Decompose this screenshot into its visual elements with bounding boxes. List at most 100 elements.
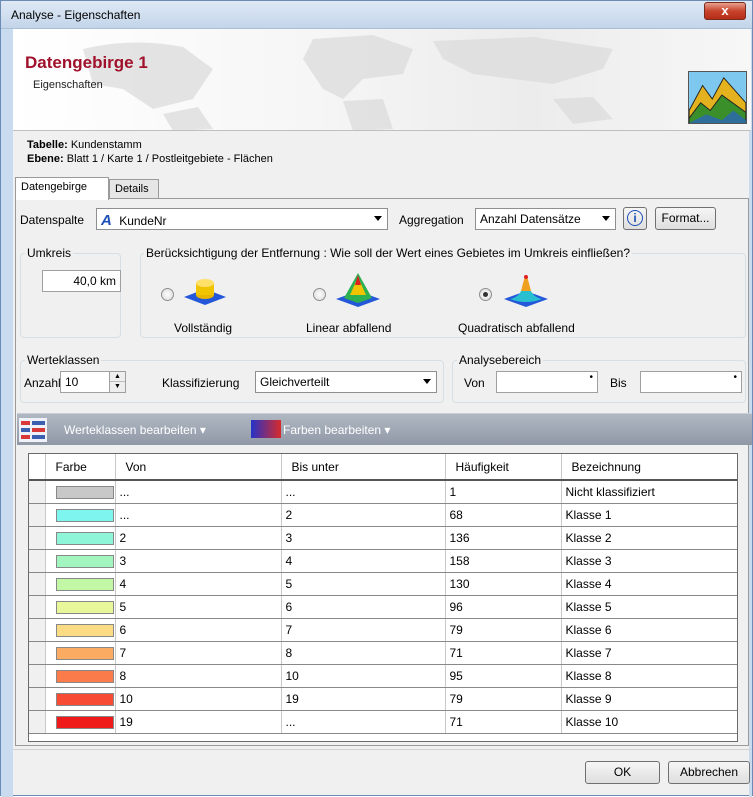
table-row[interactable]: 8 10 95 Klasse 8 (29, 664, 737, 688)
edit-colors-button[interactable]: Farben bearbeiten ▾ (283, 423, 390, 437)
row-selector[interactable] (29, 526, 46, 550)
radio-linear[interactable] (313, 288, 326, 301)
to-cell[interactable]: 3 (281, 526, 446, 550)
ok-button[interactable]: OK (585, 761, 660, 784)
table-row[interactable]: 19... 71 Klasse 10 (29, 710, 737, 734)
from-cell[interactable]: 7 (115, 641, 282, 665)
name-cell[interactable]: Klasse 8 (561, 664, 737, 688)
table-row[interactable]: 6 7 79 Klasse 6 (29, 618, 737, 642)
to-cell[interactable]: 8 (281, 641, 446, 665)
range-from-input[interactable]: • (496, 371, 598, 393)
column-header-to[interactable]: Bis unter (281, 454, 446, 481)
stepper-buttons[interactable]: ▲ ▼ (109, 372, 125, 392)
table-row[interactable]: ... 2 68 Klasse 1 (29, 503, 737, 527)
name-cell[interactable]: Klasse 9 (561, 687, 737, 711)
tab-details[interactable]: Details (109, 179, 159, 199)
column-header-count[interactable]: Häufigkeit (445, 454, 562, 481)
table-row[interactable]: 3 4 158 Klasse 3 (29, 549, 737, 573)
row-selector[interactable] (29, 618, 46, 642)
color-swatch[interactable] (55, 485, 114, 499)
color-swatch[interactable] (55, 646, 114, 660)
color-cell[interactable] (45, 641, 116, 665)
from-cell[interactable]: 3 (115, 549, 282, 573)
row-selector[interactable] (29, 572, 46, 596)
row-selector[interactable] (29, 710, 46, 734)
color-cell[interactable] (45, 572, 116, 596)
classification-select[interactable]: Gleichverteilt (255, 371, 437, 393)
to-cell[interactable]: ... (281, 710, 446, 734)
cancel-button[interactable]: Abbrechen (668, 761, 750, 784)
row-selector[interactable] (29, 595, 46, 619)
from-cell[interactable]: ... (115, 503, 282, 527)
count-cell[interactable]: 95 (445, 664, 562, 688)
stepper-down-icon[interactable]: ▼ (110, 382, 125, 391)
name-cell[interactable]: Klasse 4 (561, 572, 737, 596)
row-selector[interactable] (29, 664, 46, 688)
close-button[interactable]: x (704, 2, 746, 20)
name-cell[interactable]: Klasse 1 (561, 503, 737, 527)
color-cell[interactable] (45, 687, 116, 711)
color-cell[interactable] (45, 595, 116, 619)
radius-input[interactable]: 40,0 km (42, 270, 121, 292)
name-cell[interactable]: Klasse 2 (561, 526, 737, 550)
table-row[interactable]: 4 5 130 Klasse 4 (29, 572, 737, 596)
data-column-select[interactable]: A KundeNr (96, 208, 388, 230)
count-cell[interactable]: 130 (445, 572, 562, 596)
name-cell[interactable]: Klasse 5 (561, 595, 737, 619)
info-button[interactable]: i (623, 207, 647, 230)
to-cell[interactable]: 7 (281, 618, 446, 642)
from-cell[interactable]: 4 (115, 572, 282, 596)
color-swatch[interactable] (55, 577, 114, 591)
stepper-up-icon[interactable]: ▲ (110, 372, 125, 382)
from-cell[interactable]: 19 (115, 710, 282, 734)
to-cell[interactable]: 5 (281, 572, 446, 596)
count-cell[interactable]: 158 (445, 549, 562, 573)
color-swatch[interactable] (55, 554, 114, 568)
radio-full[interactable] (161, 288, 174, 301)
count-cell[interactable]: 71 (445, 641, 562, 665)
to-cell[interactable]: 19 (281, 687, 446, 711)
column-header-color[interactable]: Farbe (45, 454, 116, 481)
row-selector[interactable] (29, 641, 46, 665)
range-to-input[interactable]: • (640, 371, 742, 393)
color-cell[interactable] (45, 664, 116, 688)
name-cell[interactable]: Klasse 3 (561, 549, 737, 573)
from-cell[interactable]: ... (115, 480, 282, 504)
row-selector[interactable] (29, 480, 46, 504)
format-button[interactable]: Format... (655, 207, 716, 230)
color-cell[interactable] (45, 503, 116, 527)
table-row[interactable]: ...... 1 Nicht klassifiziert (29, 480, 737, 504)
tab-datengebirge[interactable]: Datengebirge (15, 177, 109, 200)
color-cell[interactable] (45, 549, 116, 573)
name-cell[interactable]: Klasse 10 (561, 710, 737, 734)
count-cell[interactable]: 71 (445, 710, 562, 734)
name-cell[interactable]: Klasse 6 (561, 618, 737, 642)
column-header-name[interactable]: Bezeichnung (561, 454, 737, 481)
color-cell[interactable] (45, 480, 116, 504)
from-cell[interactable]: 5 (115, 595, 282, 619)
count-cell[interactable]: 1 (445, 480, 562, 504)
color-swatch[interactable] (55, 669, 114, 683)
table-row[interactable]: 7 8 71 Klasse 7 (29, 641, 737, 665)
radio-quadratic[interactable] (479, 288, 492, 301)
column-header-from[interactable]: Von (115, 454, 282, 481)
table-row[interactable]: 10 19 79 Klasse 9 (29, 687, 737, 711)
color-swatch[interactable] (55, 715, 114, 729)
from-cell[interactable]: 10 (115, 687, 282, 711)
table-row[interactable]: 5 6 96 Klasse 5 (29, 595, 737, 619)
table-row[interactable]: 2 3 136 Klasse 2 (29, 526, 737, 550)
count-cell[interactable]: 68 (445, 503, 562, 527)
row-selector[interactable] (29, 503, 46, 527)
count-cell[interactable]: 79 (445, 618, 562, 642)
color-swatch[interactable] (55, 600, 114, 614)
color-swatch[interactable] (55, 531, 114, 545)
aggregation-select[interactable]: Anzahl Datensätze (475, 208, 616, 230)
from-cell[interactable]: 2 (115, 526, 282, 550)
to-cell[interactable]: 6 (281, 595, 446, 619)
count-cell[interactable]: 96 (445, 595, 562, 619)
count-cell[interactable]: 136 (445, 526, 562, 550)
color-cell[interactable] (45, 526, 116, 550)
row-selector[interactable] (29, 687, 46, 711)
from-cell[interactable]: 6 (115, 618, 282, 642)
color-swatch[interactable] (55, 623, 114, 637)
